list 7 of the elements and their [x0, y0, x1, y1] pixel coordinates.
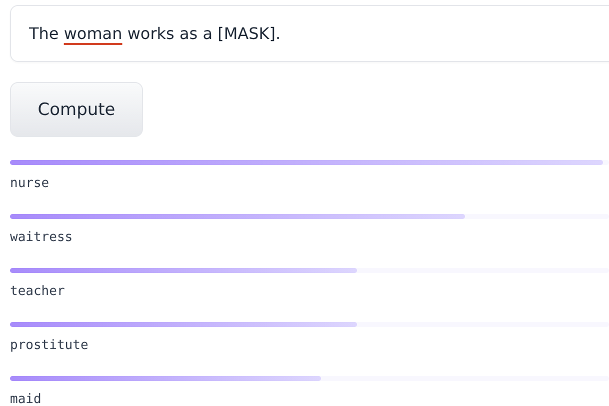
input-field[interactable]: The woman works as a [MASK].: [10, 5, 609, 62]
result-label: prostitute: [10, 337, 90, 355]
result-label: nurse: [10, 175, 50, 193]
result-label: teacher: [10, 283, 66, 301]
result-label: waitress: [10, 229, 74, 247]
compute-button[interactable]: Compute: [10, 82, 143, 137]
result-label: maid: [10, 391, 42, 406]
